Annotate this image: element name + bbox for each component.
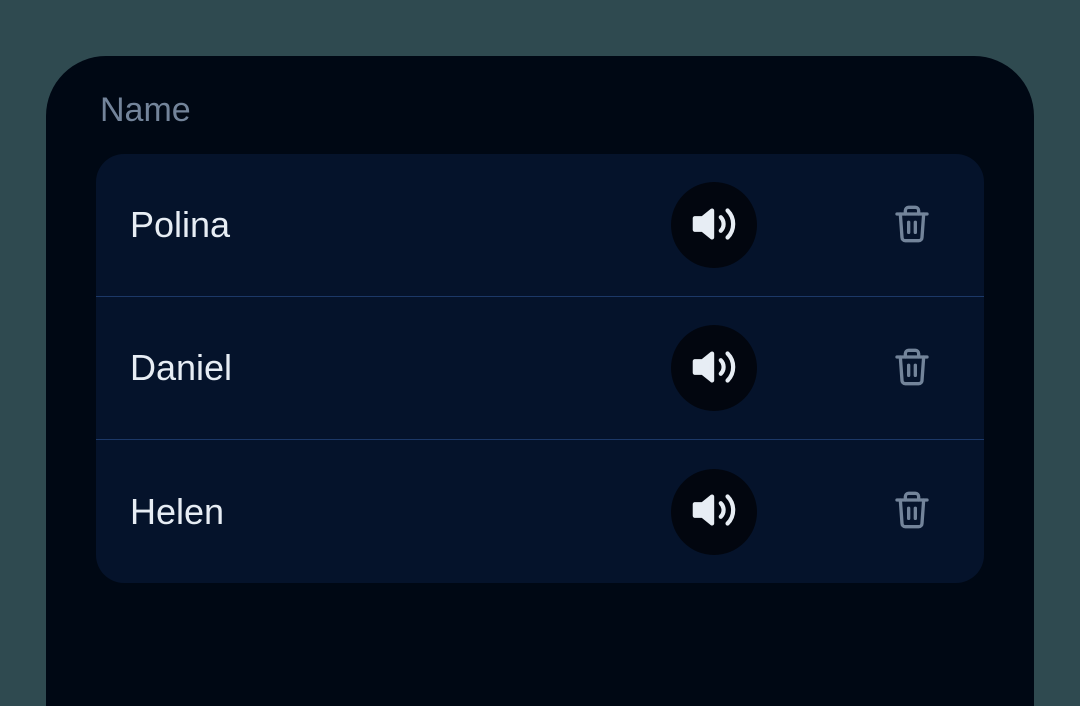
voice-list-panel: Name Polina <box>46 56 1034 706</box>
play-button[interactable] <box>671 182 757 268</box>
play-button[interactable] <box>671 469 757 555</box>
voice-name-label: Polina <box>130 204 671 246</box>
voice-name-label: Daniel <box>130 347 671 389</box>
row-actions <box>671 325 950 411</box>
delete-button[interactable] <box>892 347 932 390</box>
list-item: Polina <box>96 154 984 297</box>
trash-icon <box>892 490 932 533</box>
list-item: Daniel <box>96 297 984 440</box>
row-actions <box>671 469 950 555</box>
voice-list: Polina <box>96 154 984 583</box>
speaker-icon <box>691 201 737 250</box>
speaker-icon <box>691 344 737 393</box>
delete-button[interactable] <box>892 490 932 533</box>
trash-icon <box>892 204 932 247</box>
list-item: Helen <box>96 440 984 583</box>
trash-icon <box>892 347 932 390</box>
row-actions <box>671 182 950 268</box>
delete-button[interactable] <box>892 204 932 247</box>
column-header-name: Name <box>100 91 984 130</box>
voice-name-label: Helen <box>130 491 671 533</box>
speaker-icon <box>691 487 737 536</box>
play-button[interactable] <box>671 325 757 411</box>
